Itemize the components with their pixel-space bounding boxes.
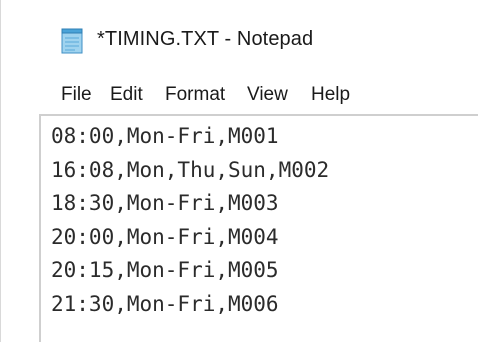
text-editor-area[interactable]: 08:00,Mon-Fri,M001 16:08,Mon,Thu,Sun,M00…: [39, 114, 478, 342]
text-content: 08:00,Mon-Fri,M001 16:08,Mon,Thu,Sun,M00…: [51, 120, 329, 321]
menu-bar: File Edit Format View Help: [1, 78, 478, 114]
text-line: 20:00,Mon-Fri,M004: [51, 224, 279, 249]
text-line: 21:30,Mon-Fri,M006: [51, 291, 279, 316]
text-line: 18:30,Mon-Fri,M003: [51, 191, 279, 215]
notepad-icon[interactable]: [61, 28, 83, 54]
menu-file[interactable]: File: [59, 82, 94, 108]
text-line: 16:08,Mon,Thu,Sun,M002: [51, 157, 330, 182]
menu-view[interactable]: View: [245, 82, 290, 108]
window-title: *TIMING.TXT - Notepad: [97, 28, 314, 50]
menu-format[interactable]: Format: [163, 82, 227, 108]
text-line: 08:00,Mon-Fri,M001: [51, 124, 279, 148]
title-bar[interactable]: *TIMING.TXT - Notepad: [1, 0, 478, 76]
menu-help[interactable]: Help: [309, 82, 352, 108]
notepad-window: *TIMING.TXT - Notepad File Edit Format V…: [0, 0, 478, 342]
text-line: 20:15,Mon-Fri,M005: [51, 258, 279, 282]
menu-edit[interactable]: Edit: [108, 82, 145, 108]
